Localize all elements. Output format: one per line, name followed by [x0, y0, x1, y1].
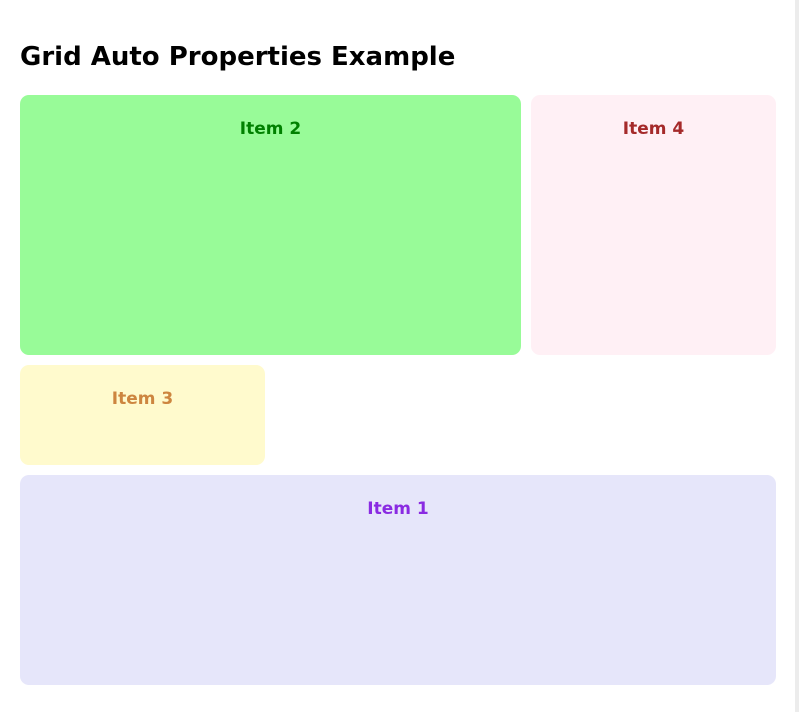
grid-item-4: Item 4: [531, 95, 776, 355]
grid-item-1: Item 1: [20, 475, 776, 685]
grid-item-4-label: Item 4: [622, 119, 685, 139]
grid-item-2: Item 2: [20, 95, 521, 355]
grid-item-2-label: Item 2: [239, 119, 302, 139]
scrollbar-track[interactable]: [795, 0, 799, 712]
grid-item-1-label: Item 1: [367, 499, 429, 519]
grid-item-3-label: Item 3: [111, 389, 174, 409]
page-title: Grid Auto Properties Example: [20, 42, 456, 72]
grid-item-3: Item 3: [20, 365, 265, 465]
grid-container: Item 2 Item 4 Item 3 Item 1: [20, 95, 776, 685]
